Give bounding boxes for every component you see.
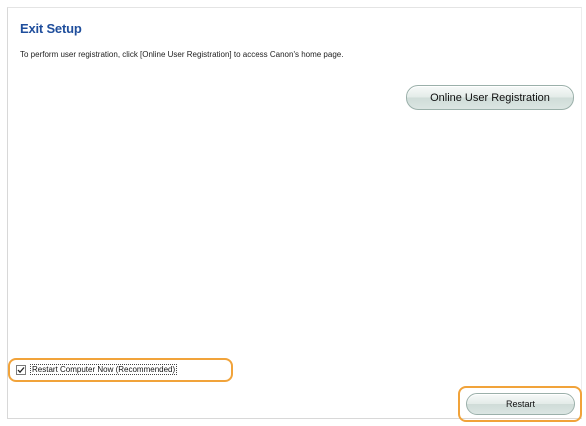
restart-computer-option[interactable]: Restart Computer Now (Recommended) <box>16 364 178 375</box>
restart-computer-label: Restart Computer Now (Recommended) <box>30 364 178 375</box>
checkmark-icon <box>17 366 25 373</box>
instruction-text: To perform user registration, click [Onl… <box>20 50 344 59</box>
restart-computer-checkbox[interactable] <box>16 364 26 375</box>
restart-button[interactable]: Restart <box>466 393 575 415</box>
online-user-registration-button[interactable]: Online User Registration <box>406 85 574 110</box>
page-title: Exit Setup <box>20 21 82 36</box>
